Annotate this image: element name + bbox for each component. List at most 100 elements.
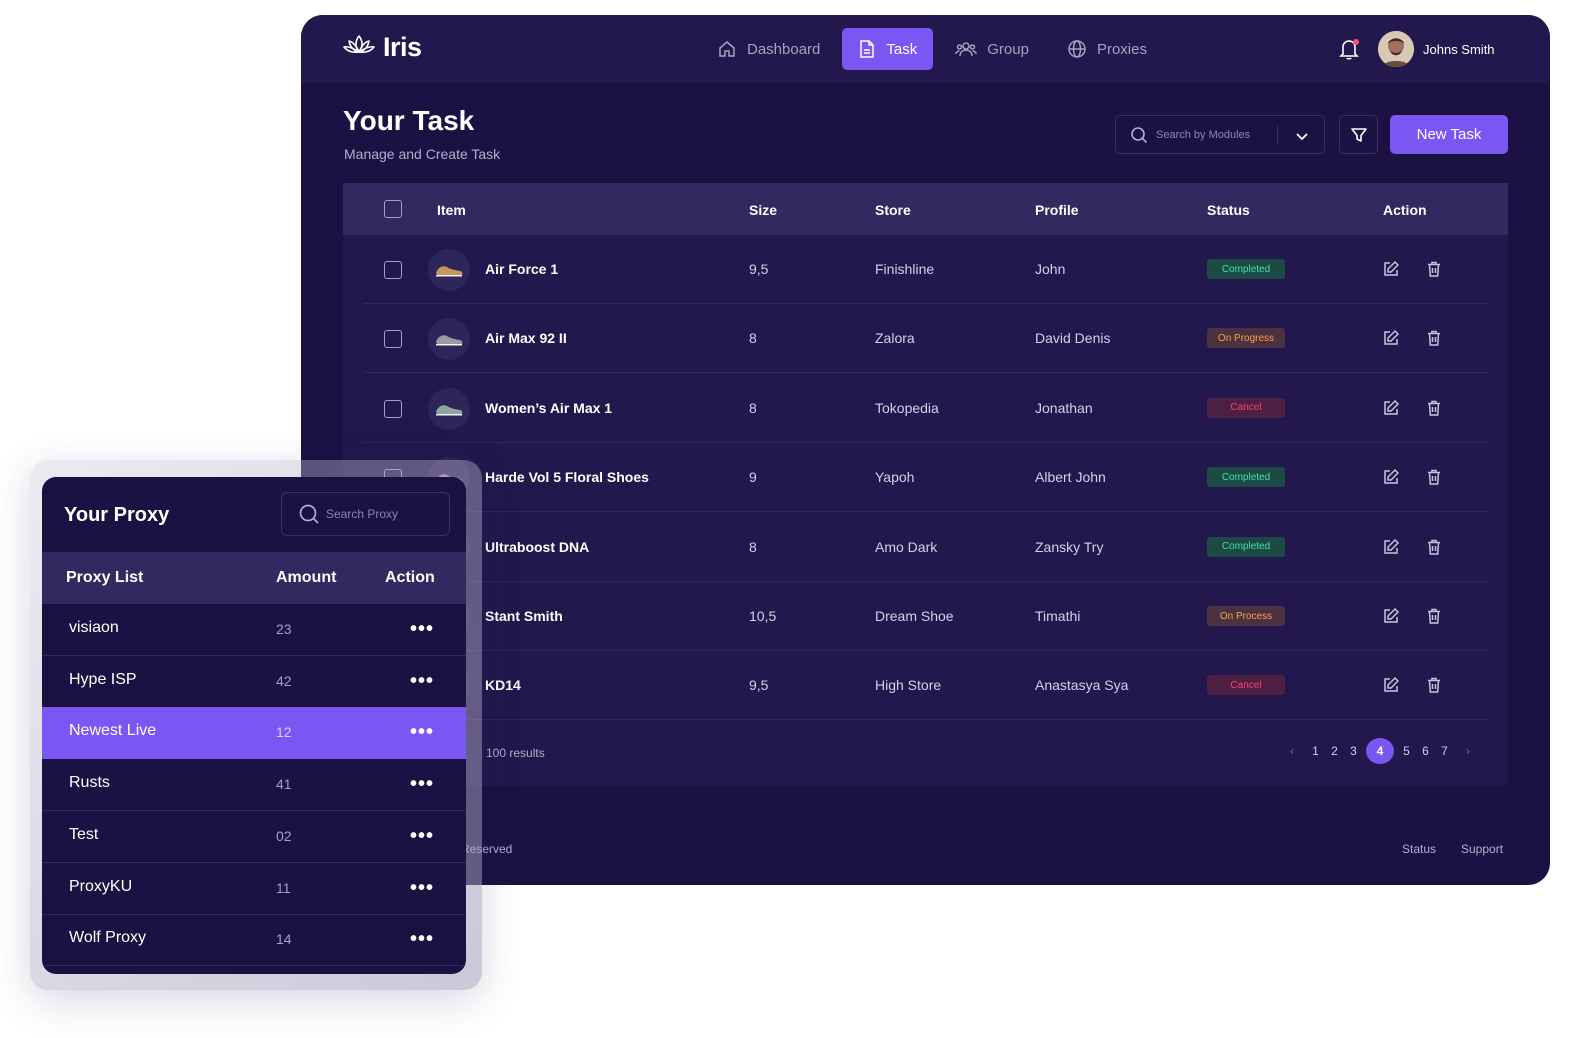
delete-button[interactable] <box>1425 538 1443 561</box>
edit-button[interactable] <box>1382 607 1400 630</box>
module-search[interactable]: Search by Modules <box>1115 115 1325 154</box>
more-options-icon[interactable]: ••• <box>410 773 434 796</box>
trash-icon <box>1428 331 1440 347</box>
more-options-icon[interactable]: ••• <box>410 721 434 744</box>
proxy-search-placeholder: Search Proxy <box>326 507 399 521</box>
nav-dashboard[interactable]: Dashboard <box>701 28 836 70</box>
more-options-icon[interactable]: ••• <box>410 670 434 693</box>
proxy-row[interactable]: Hype ISP 42 ••• <box>42 656 466 708</box>
page-6[interactable]: 6 <box>1416 738 1435 764</box>
next-page-button[interactable]: › <box>1454 738 1482 764</box>
row-checkbox[interactable] <box>384 399 402 418</box>
edit-button[interactable] <box>1382 260 1400 283</box>
item-profile: Albert John <box>1035 469 1106 486</box>
status-badge: Cancel <box>1207 397 1285 418</box>
module-search-placeholder: Search by Modules <box>1156 128 1251 141</box>
row-checkbox[interactable] <box>384 330 402 349</box>
search-divider <box>1277 126 1278 145</box>
proxy-amount: 23 <box>276 621 292 637</box>
table-row[interactable]: Ultraboost DNA 8 Amo Dark Zansky Try Complet… <box>363 513 1487 582</box>
status-badge: On Process <box>1207 606 1285 626</box>
app-window: Iris Dashboard Task Group Proxies Johns … <box>301 15 1550 885</box>
proxy-row[interactable]: ProxyKU 11 ••• <box>42 863 466 915</box>
nav-proxies[interactable]: Proxies <box>1051 28 1163 70</box>
item-name[interactable]: KD14 <box>485 677 521 693</box>
proxy-row[interactable]: visiaon 23 ••• <box>42 604 466 656</box>
nav-dashboard-label: Dashboard <box>747 40 821 58</box>
delete-button[interactable] <box>1425 399 1443 422</box>
item-size: 8 <box>749 538 757 555</box>
item-size: 9 <box>749 469 757 486</box>
proxy-search-input[interactable]: Search Proxy <box>281 492 450 536</box>
item-profile: Anastasya Sya <box>1035 677 1129 694</box>
edit-button[interactable] <box>1382 468 1400 491</box>
proxy-row[interactable]: Wolf Proxy 14 ••• <box>42 914 466 967</box>
pagination: ‹ 1 2 3 4 5 6 7 › <box>1278 738 1482 764</box>
edit-button[interactable] <box>1382 399 1400 422</box>
proxy-row[interactable]: Test 02 ••• <box>42 811 466 863</box>
more-options-icon[interactable]: ••• <box>410 928 434 951</box>
proxy-name: Rusts <box>69 774 110 792</box>
table-row[interactable]: Harde Vol 5 Floral Shoes 9 Yapoh Albert Joh… <box>363 443 1487 513</box>
lotus-icon <box>343 33 375 62</box>
row-checkbox[interactable] <box>384 261 402 279</box>
page-2[interactable]: 2 <box>1325 738 1344 764</box>
item-name[interactable]: Stant Smith <box>485 608 563 624</box>
col-action: Action <box>1383 202 1427 218</box>
nav-group-label: Group <box>987 40 1029 58</box>
prev-page-button[interactable]: ‹ <box>1278 738 1306 764</box>
search-icon <box>299 504 319 524</box>
edit-button[interactable] <box>1382 676 1400 699</box>
brand-logo[interactable]: Iris <box>343 32 422 63</box>
notification-bell[interactable] <box>1338 37 1360 66</box>
select-all-checkbox[interactable] <box>384 200 402 218</box>
table-row[interactable]: KD14 9,5 High Store Anastasya Sya Cancel <box>363 651 1487 721</box>
table-row[interactable]: Air Max 92 II 8 Zalora David Denis On Progre… <box>363 304 1487 374</box>
item-name[interactable]: Ultraboost DNA <box>485 539 589 555</box>
item-name[interactable]: Air Max 92 II <box>485 330 567 346</box>
delete-button[interactable] <box>1425 676 1443 699</box>
edit-button[interactable] <box>1382 538 1400 561</box>
more-options-icon[interactable]: ••• <box>410 825 434 848</box>
nav-group[interactable]: Group <box>939 28 1045 70</box>
more-options-icon[interactable]: ••• <box>410 877 434 900</box>
table-row[interactable]: Air Force 1 9,5 Finishline John Completed <box>363 235 1487 304</box>
footer-support-link[interactable]: Support <box>1461 842 1503 856</box>
item-name[interactable]: Women’s Air Max 1 <box>485 400 612 416</box>
proxy-name: Hype ISP <box>69 670 137 688</box>
shoe-icon <box>436 266 463 277</box>
product-thumbnail <box>428 387 470 430</box>
filter-button[interactable] <box>1339 115 1378 154</box>
avatar[interactable] <box>1378 31 1414 67</box>
item-store: High Store <box>875 677 942 694</box>
search-icon <box>1131 126 1148 143</box>
more-options-icon[interactable]: ••• <box>410 618 434 641</box>
user-name[interactable]: Johns Smith <box>1423 42 1495 57</box>
new-task-button[interactable]: New Task <box>1390 115 1508 154</box>
edit-button[interactable] <box>1382 329 1400 352</box>
item-name[interactable]: Harde Vol 5 Floral Shoes <box>485 469 649 485</box>
table-row[interactable]: Women’s Air Max 1 8 Tokopedia Jonathan Cance… <box>363 374 1487 443</box>
nav-task[interactable]: Task <box>842 28 934 70</box>
delete-button[interactable] <box>1425 329 1443 352</box>
delete-button[interactable] <box>1425 468 1443 491</box>
page-3[interactable]: 3 <box>1344 738 1363 764</box>
proxy-name: Wolf Proxy <box>69 929 147 947</box>
proxy-name: ProxyKU <box>69 877 133 895</box>
col-amount: Amount <box>276 569 337 586</box>
chevron-down-icon[interactable] <box>1294 128 1310 144</box>
delete-button[interactable] <box>1425 607 1443 630</box>
proxy-amount: 42 <box>276 672 292 689</box>
page-5[interactable]: 5 <box>1397 738 1416 764</box>
page-7[interactable]: 7 <box>1435 738 1454 764</box>
table-row[interactable]: Stant Smith 10,5 Dream Shoe Timathi On Proce… <box>363 582 1487 651</box>
proxy-row[interactable]: Rusts 41 ••• <box>42 759 466 812</box>
trash-icon <box>1428 678 1440 694</box>
proxy-row[interactable]: Newest Live 12 ••• <box>42 707 466 760</box>
item-name[interactable]: Air Force 1 <box>485 261 558 277</box>
notification-dot <box>1353 39 1359 45</box>
page-4-current[interactable]: 4 <box>1366 738 1394 764</box>
footer-status-link[interactable]: Status <box>1402 842 1436 856</box>
page-1[interactable]: 1 <box>1306 738 1325 764</box>
delete-button[interactable] <box>1425 260 1443 283</box>
